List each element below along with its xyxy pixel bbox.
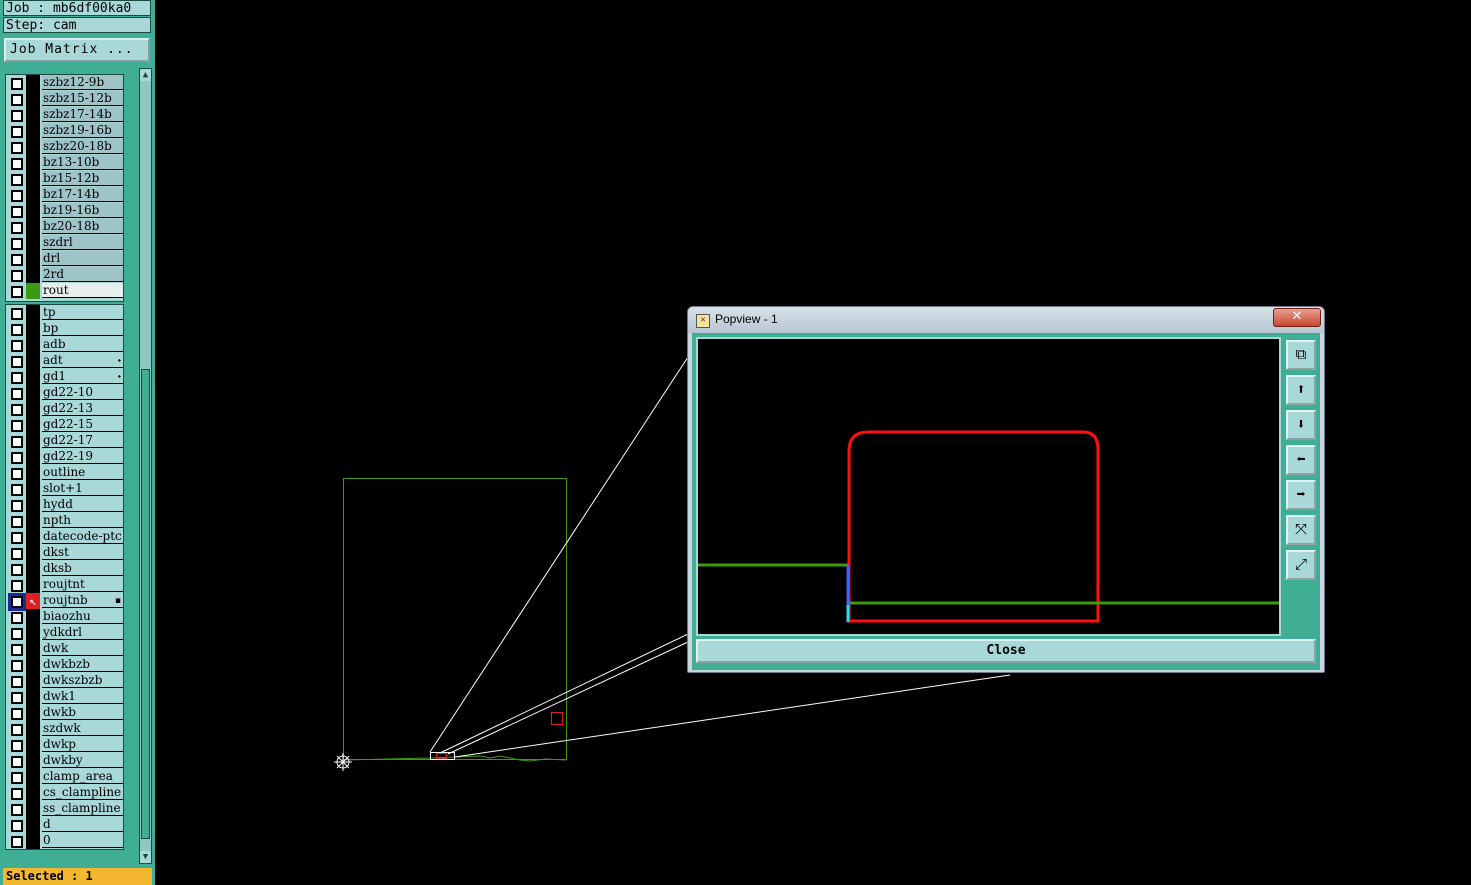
zoom-window-icon[interactable]: ⧉ — [1286, 340, 1316, 370]
rout-feature — [551, 712, 563, 725]
popview-body: ⧉ ⬆ ⬇ ⬅ ➡ ⤧ ⤢ Close — [692, 333, 1320, 670]
popview-window: ✕ Popview - 1 ✕ ⧉ ⬆ ⬇ ⬅ ➡ ⤧ ⤢ Close — [687, 306, 1325, 673]
popview-titlebar[interactable]: ✕ Popview - 1 ✕ — [688, 307, 1324, 333]
popview-title: Popview - 1 — [715, 312, 778, 326]
popview-canvas[interactable] — [696, 337, 1281, 636]
pan-right-icon[interactable]: ➡ — [1286, 480, 1316, 510]
pan-left-icon[interactable]: ⬅ — [1286, 445, 1316, 475]
pan-up-icon[interactable]: ⬆ — [1286, 375, 1316, 405]
app-icon: ✕ — [696, 314, 710, 328]
zoom-in-icon[interactable]: ⤧ — [1286, 515, 1316, 545]
zoom-out-icon[interactable]: ⤢ — [1286, 550, 1316, 580]
datum-origin-icon — [334, 753, 352, 771]
close-button[interactable]: Close — [696, 639, 1316, 663]
rout-path — [847, 430, 1100, 623]
popview-graphic — [698, 430, 1279, 623]
pan-down-icon[interactable]: ⬇ — [1286, 410, 1316, 440]
popview-toolbar: ⧉ ⬆ ⬇ ⬅ ➡ ⤧ ⤢ — [1284, 337, 1318, 634]
board-outline — [343, 478, 567, 760]
window-close-button[interactable]: ✕ — [1273, 308, 1321, 327]
